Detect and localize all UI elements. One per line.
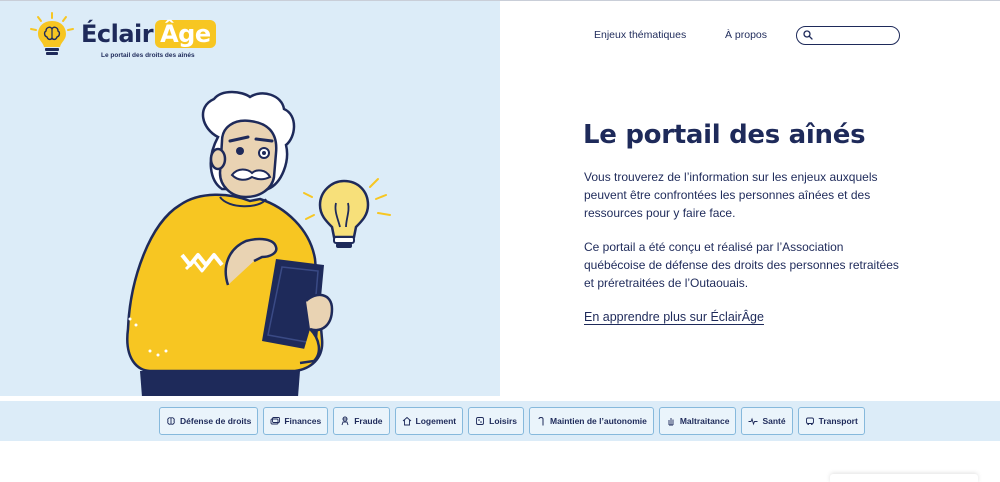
category-bar: Défense de droits Finances Fraude Logeme… bbox=[0, 401, 1000, 441]
category-label: Transport bbox=[818, 416, 858, 426]
category-label: Maintien de l’autonomie bbox=[550, 416, 647, 426]
category-transport[interactable]: Transport bbox=[797, 407, 865, 435]
category-label: Défense de droits bbox=[180, 416, 252, 426]
category-label: Logement bbox=[415, 416, 457, 426]
nav-link-apropos[interactable]: À propos bbox=[725, 29, 767, 41]
search-input[interactable] bbox=[817, 28, 895, 42]
brain-icon bbox=[167, 417, 175, 425]
elderly-man-illustration bbox=[126, 90, 391, 396]
learn-more-link[interactable]: En apprendre plus sur ÉclairÂge bbox=[584, 310, 764, 324]
logo-wordmark: Éclair Âge bbox=[81, 20, 216, 48]
page-title: Le portail des aînés bbox=[583, 120, 866, 150]
money-icon bbox=[270, 417, 281, 425]
search-box[interactable] bbox=[796, 26, 900, 45]
thief-icon bbox=[341, 416, 349, 426]
category-list: Défense de droits Finances Fraude Logeme… bbox=[159, 407, 865, 435]
bus-icon bbox=[805, 417, 814, 425]
hero-paragraph-intro: Vous trouverez de l’information sur les … bbox=[584, 170, 878, 220]
hero-illustration-panel: Éclair Âge Le portail des droits des aîné… bbox=[0, 1, 500, 396]
logo-word-age: Âge bbox=[155, 20, 216, 48]
hand-icon bbox=[668, 418, 674, 426]
site-logo[interactable]: Éclair Âge Le portail des droits des aîné… bbox=[28, 11, 218, 63]
category-label: Fraude bbox=[354, 416, 383, 426]
floating-card-edge bbox=[830, 474, 978, 482]
category-label: Maltraitance bbox=[679, 416, 730, 426]
category-sante[interactable]: Santé bbox=[741, 407, 793, 435]
nav-link-enjeux[interactable]: Enjeux thématiques bbox=[594, 29, 686, 41]
category-label: Santé bbox=[762, 416, 786, 426]
logo-word-eclair: Éclair bbox=[81, 20, 154, 48]
category-label: Finances bbox=[284, 416, 322, 426]
house-icon bbox=[402, 416, 411, 426]
cane-icon bbox=[538, 417, 544, 426]
category-logement[interactable]: Logement bbox=[394, 407, 464, 435]
category-defense-de-droits[interactable]: Défense de droits bbox=[159, 407, 259, 435]
category-maltraitance[interactable]: Maltraitance bbox=[658, 407, 737, 435]
hero-paragraph-association: Ce portail a été conçu et réalisé par l’… bbox=[584, 240, 899, 290]
search-icon bbox=[803, 30, 813, 40]
logo-tagline: Le portail des droits des aînés bbox=[101, 52, 195, 59]
heartbeat-icon bbox=[748, 417, 758, 426]
leisure-icon bbox=[476, 417, 485, 425]
category-finances[interactable]: Finances bbox=[263, 407, 329, 435]
category-label: Loisirs bbox=[489, 416, 518, 426]
category-fraude[interactable]: Fraude bbox=[333, 407, 390, 435]
category-maintien-autonomie[interactable]: Maintien de l’autonomie bbox=[529, 407, 654, 435]
lightbulb-brain-icon bbox=[30, 12, 74, 55]
category-loisirs[interactable]: Loisirs bbox=[468, 407, 525, 435]
